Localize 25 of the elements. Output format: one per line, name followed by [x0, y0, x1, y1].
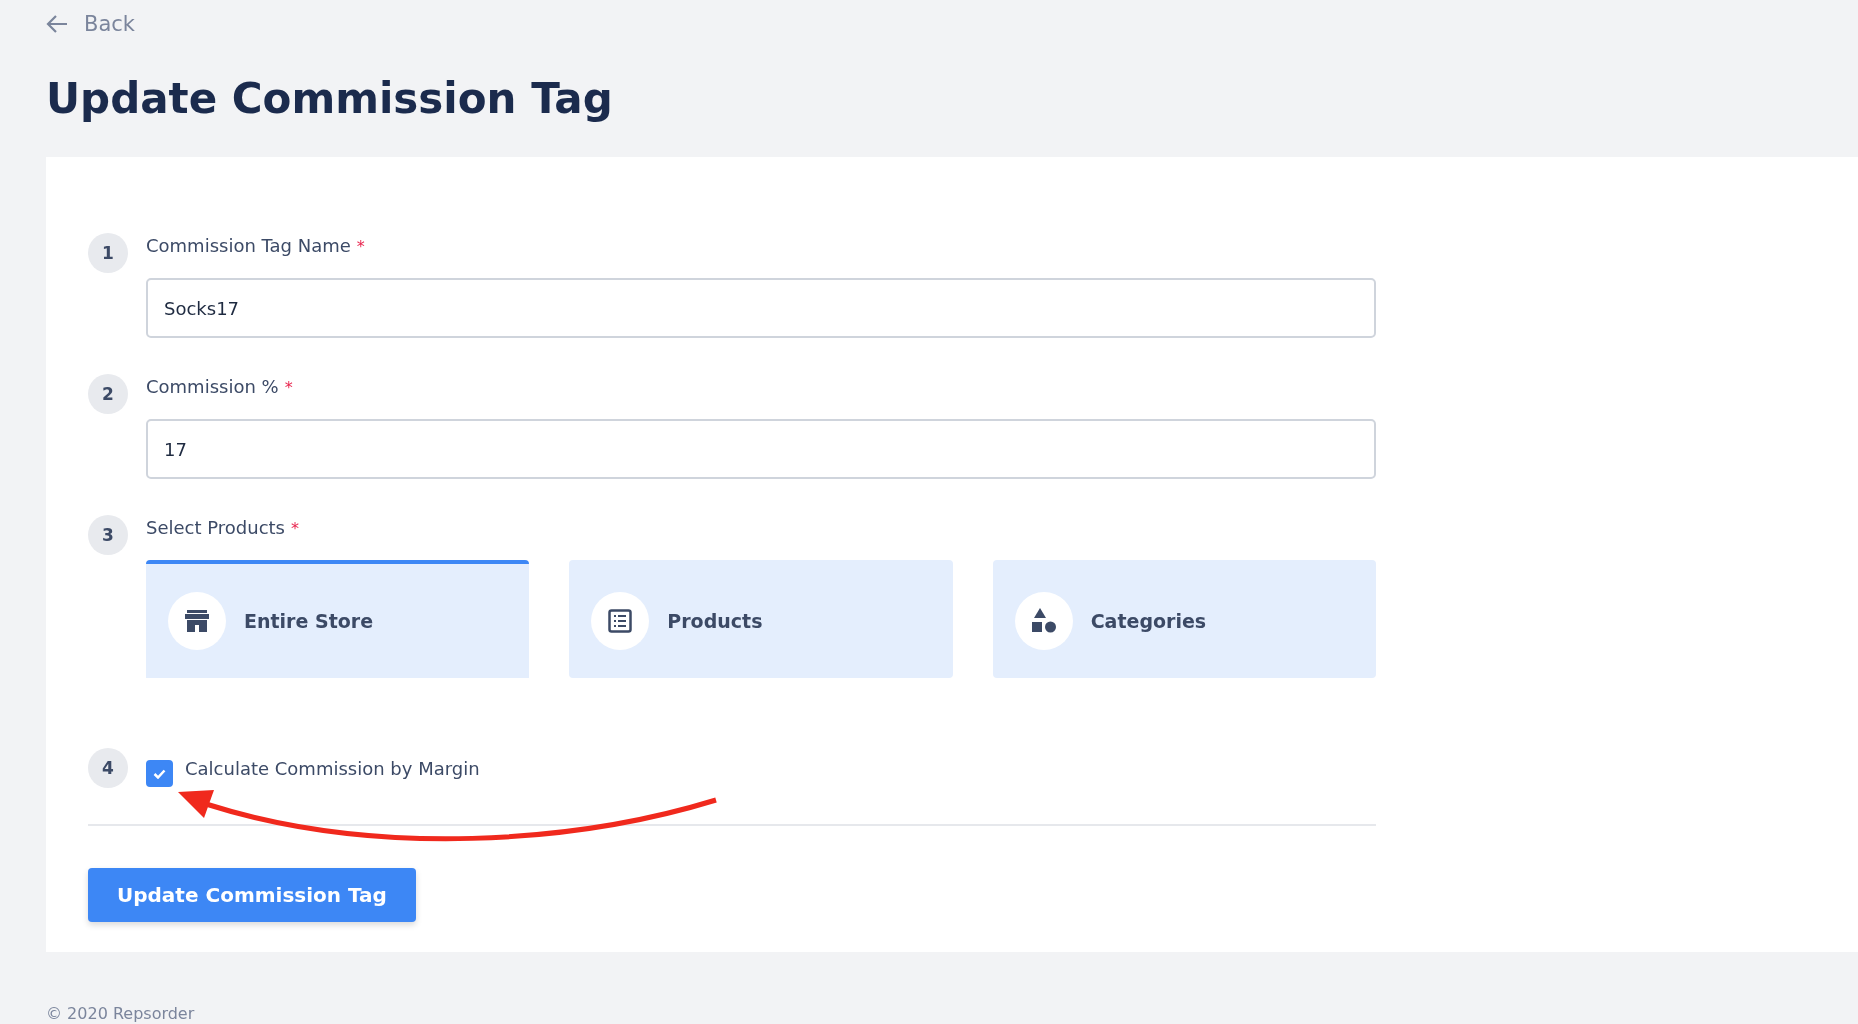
- text-field[interactable]: 17: [146, 419, 1376, 479]
- checkmark-icon: [153, 768, 166, 779]
- step-number: 3: [88, 515, 128, 555]
- step-number: 4: [88, 748, 128, 788]
- store-icon: [185, 610, 209, 632]
- step-number: 2: [88, 374, 128, 414]
- field-label: Select Products: [146, 517, 285, 538]
- step-number: 1: [88, 233, 128, 273]
- list-icon: [608, 609, 633, 633]
- required-mark: *: [284, 378, 293, 397]
- checkbox-label: Calculate Commission by Margin: [185, 758, 480, 779]
- checkbox[interactable]: [146, 760, 173, 787]
- back-arrow-icon: [46, 14, 68, 34]
- product-option[interactable]: Products: [569, 560, 953, 678]
- product-option[interactable]: Categories: [992, 560, 1376, 678]
- shapes-icon: [1030, 608, 1057, 634]
- required-mark: *: [356, 237, 365, 256]
- field-label: Commission %: [146, 376, 279, 397]
- product-option[interactable]: Entire Store: [146, 560, 530, 678]
- footer-text: © 2020 Repsorder: [46, 1004, 196, 1023]
- field-label: Commission Tag Name: [146, 235, 351, 256]
- update-button[interactable]: Update Commission Tag: [88, 868, 416, 922]
- required-mark: *: [291, 519, 299, 538]
- page-title: Update Commission Tag: [46, 74, 614, 123]
- text-field[interactable]: Socks17: [146, 278, 1376, 338]
